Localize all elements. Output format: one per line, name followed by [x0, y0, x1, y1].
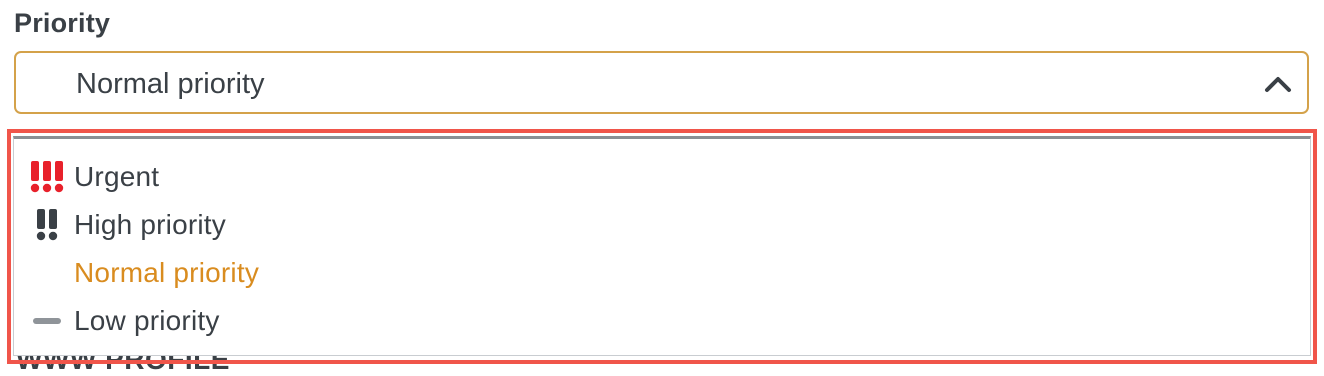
highlight-frame — [7, 129, 1317, 364]
priority-label: Priority — [14, 8, 111, 38]
chevron-up-icon[interactable] — [1263, 69, 1293, 99]
priority-select-value: Normal priority — [76, 68, 265, 100]
priority-select[interactable]: Normal priority — [14, 51, 1309, 114]
